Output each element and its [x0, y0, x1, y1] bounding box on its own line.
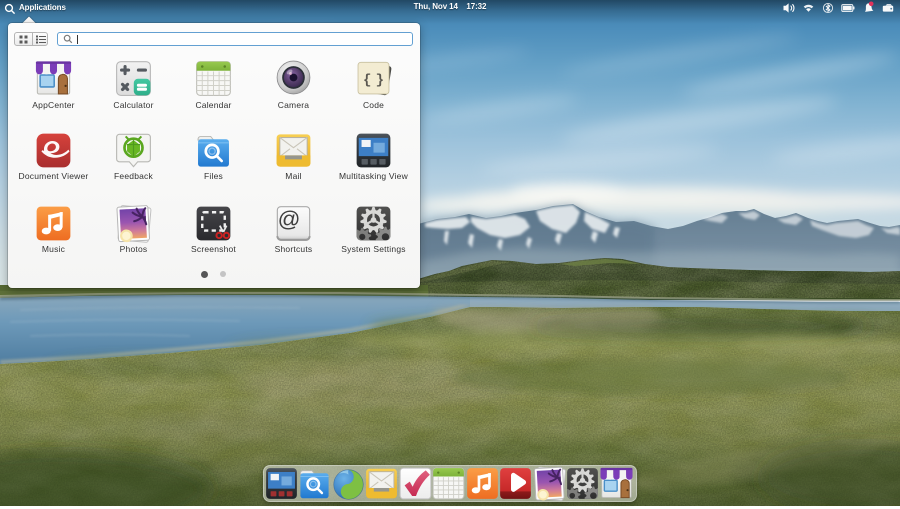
svg-text:@: @ — [278, 206, 301, 231]
svg-text:{: { — [363, 72, 371, 88]
svg-text:}: } — [376, 72, 384, 88]
